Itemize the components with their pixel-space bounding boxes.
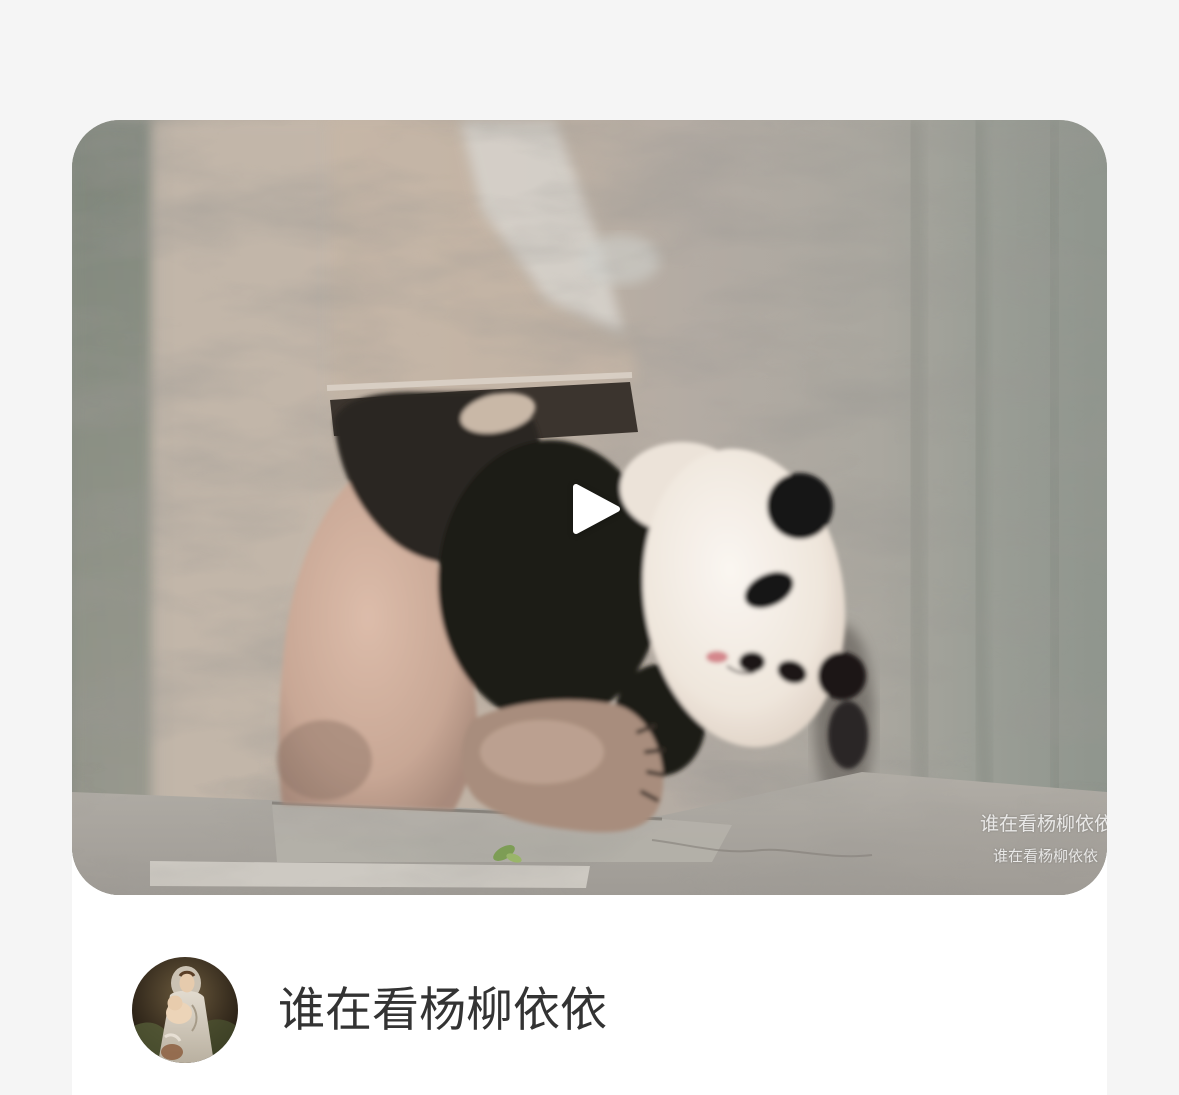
watermark-text: 谁在看杨柳依依 bbox=[980, 814, 1107, 835]
video-thumbnail[interactable]: 谁在看杨柳依依 谁在看杨柳依依 bbox=[72, 120, 1107, 895]
play-icon[interactable] bbox=[568, 480, 628, 540]
watermark-text-secondary: 谁在看杨柳依依 bbox=[993, 848, 1099, 865]
avatar[interactable] bbox=[132, 957, 238, 1063]
author-name[interactable]: 谁在看杨柳依依 bbox=[278, 982, 607, 1038]
post-card: 谁在看杨柳依依 谁在看杨柳依依 谁在看杨柳依依 bbox=[72, 120, 1107, 1095]
avatar-image bbox=[132, 957, 238, 1063]
